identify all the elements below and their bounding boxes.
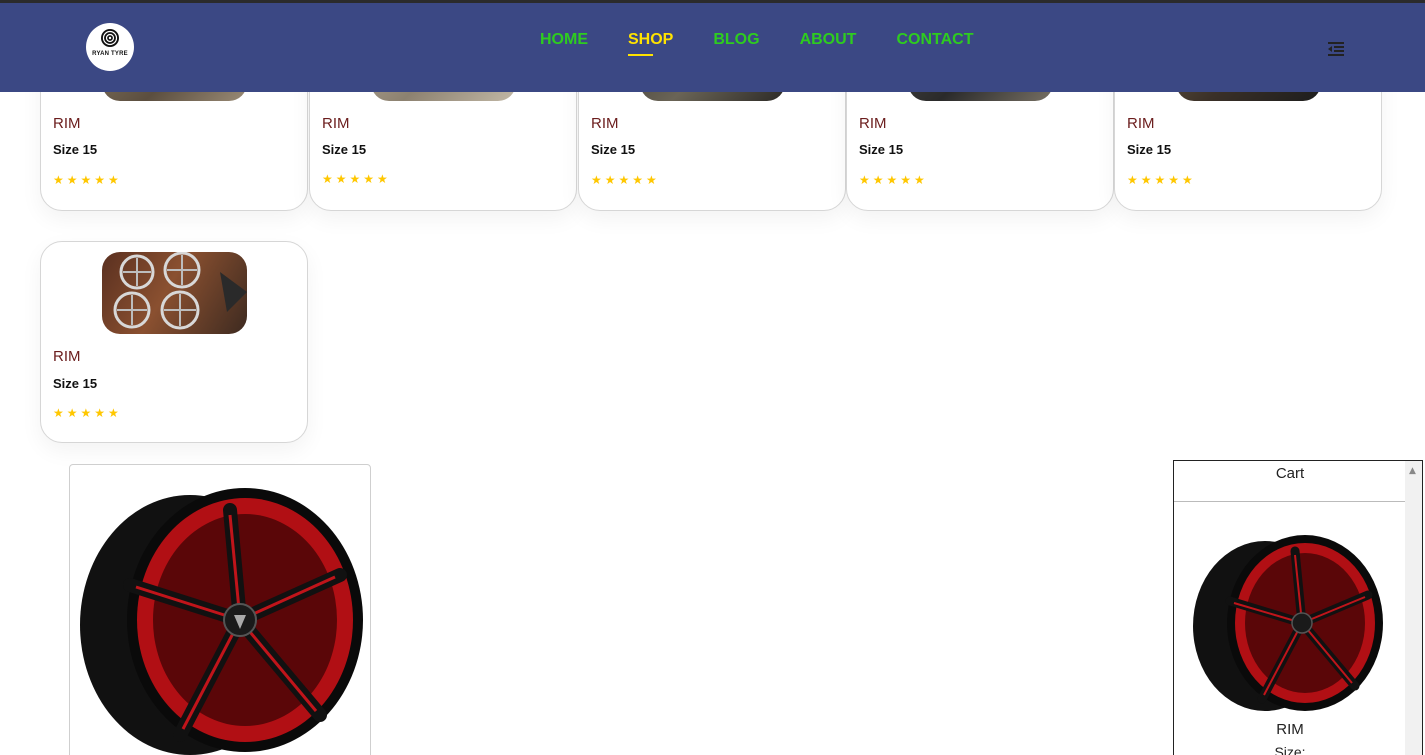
product-card[interactable]: RIM Size 15 ★★★★★ (40, 241, 308, 443)
product-name: RIM (322, 115, 350, 132)
main-nav: HOME SHOP BLOG ABOUT CONTACT (540, 31, 1013, 56)
cart-divider (1174, 501, 1406, 502)
rating-stars: ★★★★★ (591, 173, 660, 187)
nav-about[interactable]: ABOUT (800, 31, 857, 49)
product-size: Size 15 (53, 142, 98, 157)
scroll-up-arrow-icon[interactable]: ▲ (1409, 466, 1416, 476)
product-size: Size 15 (591, 142, 636, 157)
product-name: RIM (53, 348, 81, 365)
product-name: RIM (1127, 115, 1155, 132)
rating-stars: ★★★★★ (53, 406, 122, 420)
window-top-border (0, 0, 1425, 3)
nav-shop[interactable]: SHOP (628, 31, 673, 56)
rating-stars: ★★★★★ (1127, 173, 1196, 187)
nav-blog[interactable]: BLOG (713, 31, 759, 49)
navbar: RYAN TYRE HOME SHOP BLOG ABOUT CONTACT (0, 3, 1425, 92)
red-black-rim-image (80, 488, 363, 755)
cart-item-image (1190, 531, 1390, 725)
nav-home[interactable]: HOME (540, 31, 588, 49)
brand-logo[interactable]: RYAN TYRE (86, 23, 134, 71)
product-size: Size 15 (1127, 142, 1172, 157)
menu-indent-icon[interactable] (1328, 41, 1344, 56)
product-name: RIM (591, 115, 619, 132)
product-name: RIM (53, 115, 81, 132)
brand-logo-text: RYAN TYRE (92, 51, 128, 57)
four-rims-photo-icon (113, 252, 247, 330)
rating-stars: ★★★★★ (322, 172, 391, 186)
spiral-logo-icon (101, 29, 119, 47)
cart-item-name: RIM (1276, 721, 1304, 738)
product-detail-image[interactable] (69, 464, 371, 755)
product-size: Size 15 (859, 142, 904, 157)
rating-stars: ★★★★★ (53, 173, 122, 187)
cart-panel[interactable]: Cart RIM Size: ▲ (1173, 460, 1423, 755)
rating-stars: ★★★★★ (859, 173, 928, 187)
product-size: Size 15 (322, 142, 367, 157)
product-size: Size 15 (53, 376, 98, 391)
nav-contact[interactable]: CONTACT (896, 31, 973, 49)
product-name: RIM (859, 115, 887, 132)
product-image (102, 252, 247, 334)
cart-scrollbar[interactable]: ▲ (1405, 461, 1422, 755)
cart-title: Cart (1275, 465, 1305, 482)
cart-item-size: Size: (1274, 744, 1306, 755)
